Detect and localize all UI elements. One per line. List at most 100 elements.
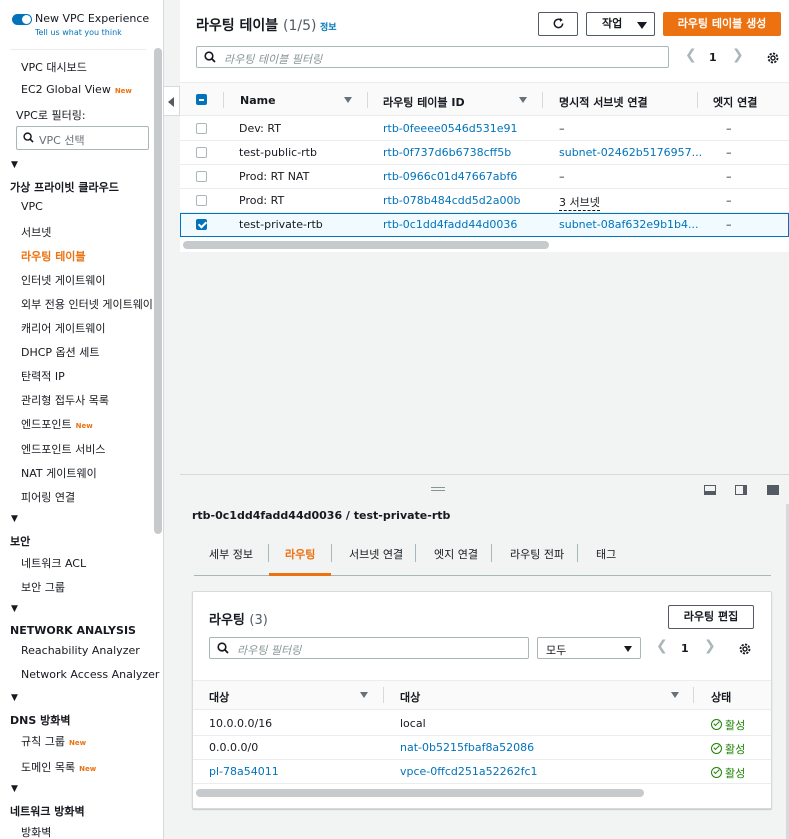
column-header-edge-associations[interactable]: 엣지 연결 <box>713 94 757 110</box>
settings-gear-icon[interactable] <box>738 642 752 656</box>
split-bottom-layout-icon[interactable] <box>704 485 716 495</box>
sidebar-item-endpoints[interactable]: 엔드포인트 New <box>21 416 93 432</box>
section-dns-firewall[interactable]: DNS 방화벽 <box>10 712 70 728</box>
section-network-analysis[interactable]: NETWORK ANALYSIS <box>10 624 136 637</box>
sort-icon[interactable] <box>671 692 679 698</box>
sidebar-item-firewalls[interactable]: 방화벽 <box>21 824 51 839</box>
feedback-link[interactable]: Tell us what you think <box>35 28 122 37</box>
sidebar-item-rule-groups[interactable]: 규칙 그룹 New <box>21 733 86 749</box>
route-table-id-link[interactable]: rtb-0feeee0546d531e91 <box>383 122 517 135</box>
sidebar-item-managed-prefix-lists[interactable]: 관리형 접두사 목록 <box>21 392 109 408</box>
row-checkbox[interactable] <box>196 147 207 158</box>
page-number[interactable]: 1 <box>709 51 717 64</box>
column-header-explicit-subnet-associations[interactable]: 명시적 서브넷 연결 <box>559 94 648 110</box>
route-status-select[interactable]: 모두 <box>537 637 641 659</box>
sidebar-item-egress-only-igw[interactable]: 외부 전용 인터넷 게이트웨이 <box>21 296 153 312</box>
vpc-endpoint-link[interactable]: vpce-0ffcd251a52262fc1 <box>400 765 538 778</box>
table-row[interactable]: Prod: RT NAT rtb-0966c01d47667abf6 – – <box>180 165 789 189</box>
new-vpc-experience-toggle[interactable] <box>12 14 32 25</box>
collapse-sidebar-button[interactable] <box>164 86 180 116</box>
sidebar-item-route-tables[interactable]: 라우팅 테이블 <box>21 248 86 264</box>
vpc-filter-select[interactable]: VPC 선택 <box>16 126 149 150</box>
split-full-layout-icon[interactable] <box>767 485 779 495</box>
column-header-status[interactable]: 상태 <box>711 689 731 705</box>
sidebar-item-peering-connections[interactable]: 피어링 연결 <box>21 489 75 505</box>
next-page-icon[interactable]: ❯ <box>704 638 716 654</box>
sort-icon[interactable] <box>519 97 527 103</box>
table-row[interactable]: Dev: RT rtb-0feeee0546d531e91 – – <box>180 117 789 141</box>
sidebar-item-vpc[interactable]: VPC <box>21 200 43 213</box>
tab-subnet-associations[interactable]: 서브넷 연결 <box>349 546 403 562</box>
table-row[interactable]: Prod: RT rtb-078b484cdd5d2a00b 3 서브넷 – <box>180 189 789 213</box>
previous-page-icon[interactable]: ❮ <box>656 638 668 654</box>
row-checkbox[interactable] <box>196 171 207 182</box>
section-vpc[interactable]: 가상 프라이빗 클라우드 <box>10 179 119 195</box>
row-checkbox[interactable] <box>196 123 207 134</box>
route-table-id-link[interactable]: rtb-078b484cdd5d2a00b <box>383 194 520 207</box>
sidebar-item-ec2-global-view[interactable]: EC2 Global View New <box>21 83 132 96</box>
sidebar-item-domain-lists[interactable]: 도메인 목록 New <box>21 759 96 775</box>
actions-dropdown[interactable]: 작업 <box>586 12 655 36</box>
nat-gateway-link[interactable]: nat-0b5215fbaf8a52086 <box>400 741 534 754</box>
table-row-selected[interactable]: test-private-rtb rtb-0c1dd4fadd44d0036 s… <box>180 213 789 237</box>
detail-title: rtb-0c1dd4fadd44d0036 / test-private-rtb <box>192 509 451 522</box>
page-number[interactable]: 1 <box>681 642 689 655</box>
row-checkbox[interactable] <box>196 219 207 230</box>
sidebar-item-subnets[interactable]: 서브넷 <box>21 224 51 240</box>
sort-icon[interactable] <box>360 692 368 698</box>
tab-routes[interactable]: 라우팅 <box>285 546 315 562</box>
caret-down-icon[interactable]: ▼ <box>11 693 18 703</box>
sidebar-item-network-acls[interactable]: 네트워크 ACL <box>21 555 86 571</box>
sidebar-item-nat-gateways[interactable]: NAT 게이트웨이 <box>21 465 97 481</box>
caret-down-icon[interactable]: ▼ <box>11 160 18 170</box>
split-panel-divider[interactable] <box>180 474 789 504</box>
tab-route-propagation[interactable]: 라우팅 전파 <box>510 546 564 562</box>
drag-handle-icon[interactable] <box>431 487 445 491</box>
table-horizontal-scrollbar[interactable] <box>183 241 549 249</box>
section-security[interactable]: 보안 <box>10 533 30 549</box>
column-header-target[interactable]: 대상 <box>400 689 420 705</box>
routes-horizontal-scrollbar[interactable] <box>196 789 644 797</box>
caret-down-icon[interactable]: ▼ <box>11 514 18 524</box>
settings-gear-icon[interactable] <box>766 51 780 65</box>
section-network-firewall[interactable]: 네트워크 방화벽 <box>10 803 85 819</box>
table-row[interactable]: test-public-rtb rtb-0f737d6b6738cff5b su… <box>180 141 789 165</box>
prefix-list-link[interactable]: pl-78a54011 <box>209 765 279 778</box>
tab-details[interactable]: 세부 정보 <box>209 546 253 562</box>
column-header-name[interactable]: Name <box>240 94 276 107</box>
caret-down-icon[interactable]: ▼ <box>11 784 18 794</box>
tab-tags[interactable]: 태그 <box>596 546 616 562</box>
routes-filter-input[interactable]: 라우팅 필터링 <box>209 637 529 659</box>
sidebar-item-endpoint-services[interactable]: 엔드포인트 서비스 <box>21 441 105 457</box>
sidebar-item-reachability-analyzer[interactable]: Reachability Analyzer <box>21 644 140 657</box>
subnet-link[interactable]: subnet-08af632e9b1b4... <box>559 218 699 231</box>
select-all-checkbox[interactable] <box>196 94 207 105</box>
route-table-id-link[interactable]: rtb-0966c01d47667abf6 <box>383 170 517 183</box>
split-side-layout-icon[interactable] <box>735 485 747 495</box>
sidebar-item-dhcp-option-sets[interactable]: DHCP 옵션 세트 <box>21 344 100 360</box>
refresh-button[interactable] <box>538 12 578 36</box>
sidebar-item-vpc-dashboard[interactable]: VPC 대시보드 <box>21 59 87 75</box>
create-route-table-button[interactable]: 라우팅 테이블 생성 <box>663 12 781 36</box>
edit-routes-button[interactable]: 라우팅 편집 <box>668 605 754 629</box>
sidebar-item-carrier-gateways[interactable]: 캐리어 게이트웨이 <box>21 320 105 336</box>
subnet-count-popover[interactable]: 3 서브넷 <box>559 194 600 211</box>
subnet-link[interactable]: subnet-02462b5176957... <box>559 146 702 159</box>
column-header-destination[interactable]: 대상 <box>209 689 229 705</box>
route-table-filter-input[interactable]: 라우팅 테이블 필터링 <box>196 46 669 68</box>
previous-page-icon[interactable]: ❮ <box>685 47 697 63</box>
route-table-id-link[interactable]: rtb-0c1dd4fadd44d0036 <box>383 218 517 231</box>
sort-icon[interactable] <box>344 97 352 103</box>
next-page-icon[interactable]: ❯ <box>732 47 744 63</box>
tab-edge-associations[interactable]: 엣지 연결 <box>434 546 478 562</box>
sidebar-item-network-access-analyzer[interactable]: Network Access Analyzer <box>21 668 159 681</box>
column-header-route-table-id[interactable]: 라우팅 테이블 ID <box>383 94 465 110</box>
sidebar-item-internet-gateways[interactable]: 인터넷 게이트웨이 <box>21 272 105 288</box>
sidebar-item-elastic-ips[interactable]: 탄력적 IP <box>21 368 65 384</box>
row-checkbox[interactable] <box>196 195 207 206</box>
info-link[interactable]: 정보 <box>320 20 337 33</box>
sidebar-item-security-groups[interactable]: 보안 그룹 <box>21 579 65 595</box>
sidebar-scrollbar[interactable] <box>154 48 162 534</box>
caret-down-icon[interactable]: ▼ <box>11 604 18 614</box>
route-table-id-link[interactable]: rtb-0f737d6b6738cff5b <box>383 146 511 159</box>
